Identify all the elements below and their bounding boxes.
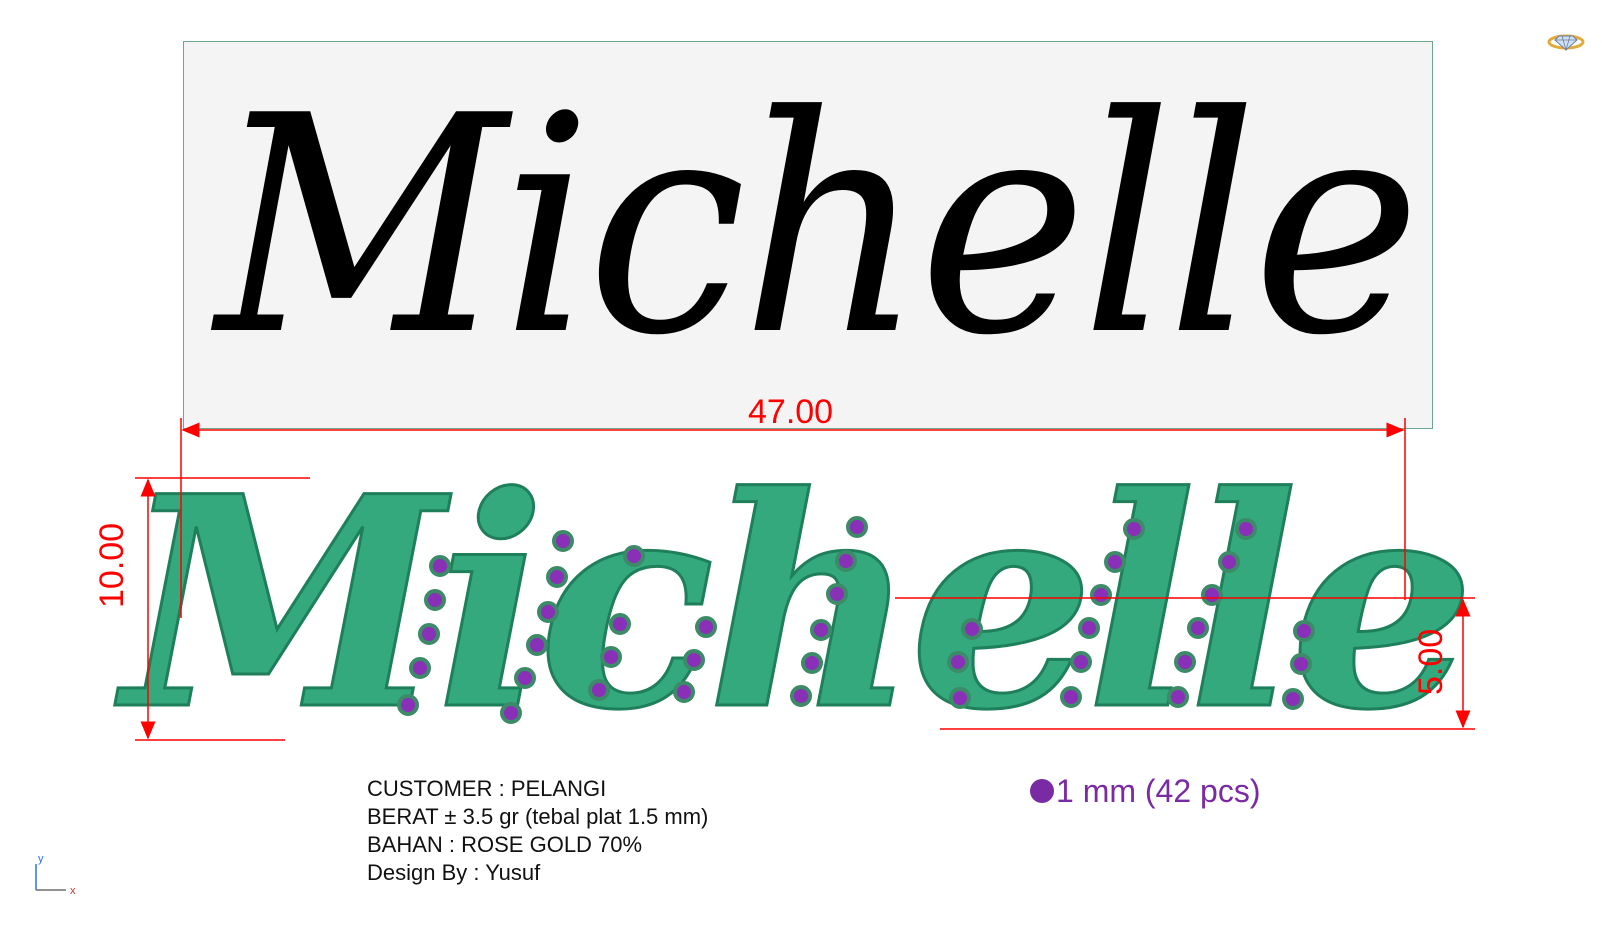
gem-dot-icon: [1030, 779, 1054, 803]
spec-designer: Design By : Yusuf: [367, 860, 541, 885]
pendant-model-drawing: Michelle: [112, 418, 1476, 776]
height-dimension-label: 10.00: [93, 522, 131, 608]
spec-weight: BERAT ± 3.5 gr (tebal plat 1.5 mm): [367, 804, 709, 829]
pendant-body: Michelle: [114, 434, 1467, 774]
spec-material: BAHAN : ROSE GOLD 70%: [367, 832, 643, 857]
axis-y-label: y: [38, 853, 44, 865]
diamond-ring-icon: [1547, 34, 1585, 52]
axis-indicator-icon: y x: [35, 853, 76, 894]
gem-legend-text: 1 mm (42 pcs): [1056, 773, 1261, 809]
width-dimension-label: 47.00: [748, 393, 834, 431]
x-height-dimension-label: 5.00: [1412, 628, 1450, 695]
spec-customer: CUSTOMER : PELANGI: [367, 776, 607, 801]
axis-x-label: x: [70, 885, 76, 894]
spec-block: CUSTOMER : PELANGI BERAT ± 3.5 gr (tebal…: [367, 775, 708, 887]
gem-legend: 1 mm (42 pcs): [1030, 773, 1260, 809]
